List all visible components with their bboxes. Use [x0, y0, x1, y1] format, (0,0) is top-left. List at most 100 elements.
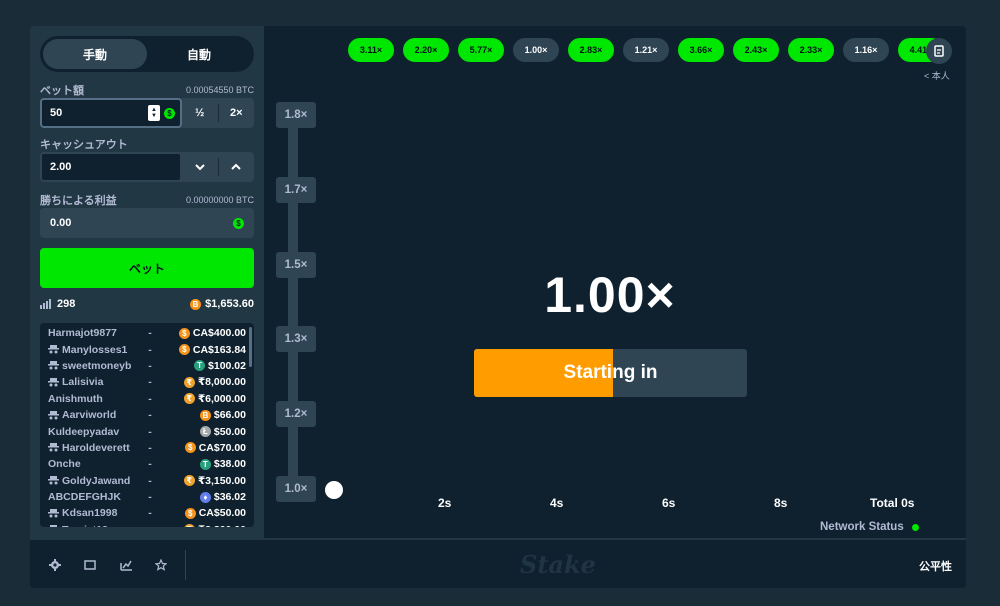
- double-button[interactable]: 2×: [219, 98, 255, 128]
- cashout-group: 2.00: [40, 152, 254, 182]
- currency-coin-icon: ♦: [199, 491, 211, 503]
- currency-coin-icon: $: [178, 344, 190, 356]
- player-cashout: -: [148, 409, 152, 422]
- currency-coin-icon: B: [199, 409, 211, 421]
- footer-bar: Stake 公平性: [30, 538, 966, 588]
- settings-button[interactable]: [40, 540, 70, 588]
- player-bet-amount: CA$70.00: [198, 441, 246, 454]
- x-tick: 8s: [774, 496, 788, 510]
- player-bet-amount: ₹2,800.00: [198, 524, 246, 527]
- player-bet-amount: CA$50.00: [198, 507, 246, 520]
- profit-input: 0.00 $: [40, 208, 254, 238]
- player-cashout: -: [148, 491, 152, 504]
- player-row: Kdsan1998 - $ CA$50.00: [48, 505, 246, 521]
- hidden-user-icon: [48, 508, 59, 518]
- game-frame: 手動 自動 ベット額 0.00054550 BTC 50 ▲ ▼ $ ½ 2× キ…: [30, 26, 966, 588]
- tab-auto[interactable]: 自動: [147, 39, 251, 69]
- player-bet-amount: $50.00: [213, 425, 246, 438]
- y-tick: 1.0×: [276, 476, 316, 502]
- network-status: Network Status: [820, 521, 919, 533]
- player-bet-amount: ₹8,000.00: [197, 376, 246, 389]
- players-chart-icon: [40, 299, 51, 309]
- player-cashout: -: [148, 474, 152, 487]
- player-row: Onche - T $38.00: [48, 456, 246, 472]
- cashout-increase-button[interactable]: [219, 152, 255, 182]
- profit-label: 勝ちによる利益: [40, 195, 117, 207]
- y-tick: 1.2×: [276, 401, 316, 427]
- theatre-mode-button[interactable]: [75, 540, 105, 588]
- network-status-label: Network Status: [820, 521, 904, 533]
- history-pill[interactable]: 2.33×: [788, 38, 834, 62]
- player-row: Manylosses1 - $ CA$163.84: [48, 341, 246, 357]
- y-axis-bar: [288, 114, 298, 494]
- player-bet-amount: $36.02: [213, 491, 246, 504]
- history-pill[interactable]: 2.20×: [403, 38, 449, 62]
- hidden-user-icon: [48, 443, 59, 452]
- history-pill[interactable]: 3.66×: [678, 38, 724, 62]
- player-bet-amount: $100.02: [208, 359, 246, 372]
- players-scrollbar[interactable]: [249, 327, 252, 367]
- history-button[interactable]: [926, 38, 952, 64]
- dollar-coin-icon: $: [164, 108, 175, 119]
- currency-coin-icon: T: [194, 360, 206, 372]
- profit-group: 0.00 $: [40, 208, 254, 238]
- player-cashout: -: [148, 458, 152, 471]
- network-status-dot: [911, 523, 919, 531]
- cashout-decrease-button[interactable]: [182, 152, 218, 182]
- y-tick: 1.7×: [276, 177, 316, 203]
- currency-coin-icon: ₹: [183, 376, 195, 388]
- favourite-button[interactable]: [146, 540, 176, 588]
- players-list[interactable]: Harmajot9877- $ CA$400.00 Manylosses1- $ CA$1…: [40, 323, 254, 527]
- player-bet-amount: CA$163.84: [192, 343, 246, 356]
- cashout-label: キャッシュアウト: [40, 139, 128, 151]
- bet-button[interactable]: ベット: [40, 248, 254, 288]
- history-pill[interactable]: 2.43×: [733, 38, 779, 62]
- player-cashout: -: [148, 343, 152, 356]
- history-pill[interactable]: 1.00×: [513, 38, 559, 62]
- player-name: ABCDEFGHJK: [48, 491, 121, 504]
- player-cashout: -: [148, 507, 152, 520]
- player-row: Kuldeepyadav - Ł $50.00: [48, 423, 246, 439]
- player-name: Manylosses1: [62, 343, 128, 356]
- bet-amount-input[interactable]: 50 ▲ ▼ $: [40, 98, 182, 128]
- tab-manual[interactable]: 手動: [43, 39, 147, 69]
- half-button[interactable]: ½: [182, 98, 218, 128]
- player-name: sweetmoneyb: [62, 359, 132, 372]
- fairness-link[interactable]: 公平性: [919, 558, 952, 574]
- player-bet-amount: ₹6,000.00: [197, 392, 246, 405]
- history-mine-label[interactable]: < 本人: [924, 69, 950, 82]
- stats-button[interactable]: [111, 540, 141, 588]
- player-row: Tarniet13 - ₹₹2,800.00: [48, 522, 246, 527]
- bet-amount-label: ベット額: [40, 85, 84, 97]
- history-pill[interactable]: 3.11×: [348, 38, 394, 62]
- profit-btc: 0.00000000 BTC: [185, 195, 254, 205]
- player-cashout: -: [148, 392, 152, 405]
- total-wagered: $1,653.60: [205, 298, 254, 310]
- y-tick: 1.5×: [276, 252, 316, 278]
- player-cashout: -: [148, 441, 152, 454]
- clipboard-icon: [934, 45, 944, 57]
- chevron-down-icon: [195, 164, 205, 171]
- history-pill[interactable]: 1.16×: [843, 38, 889, 62]
- player-name: Onche: [48, 458, 81, 471]
- gear-icon: [49, 559, 61, 571]
- window-icon: [84, 560, 96, 570]
- history-pill[interactable]: 5.77×: [458, 38, 504, 62]
- players-count: 298: [57, 298, 76, 310]
- stepper-icon[interactable]: ▲ ▼: [148, 105, 160, 121]
- stats-chart-icon: [119, 560, 132, 571]
- player-bet-amount: $38.00: [213, 458, 246, 471]
- player-cashout: -: [148, 425, 152, 438]
- cashout-input[interactable]: 2.00: [40, 152, 182, 182]
- bet-amount-label-row: ベット額 0.00054550 BTC: [40, 82, 254, 98]
- player-name: Aarviworld: [62, 409, 117, 422]
- player-cashout: -: [148, 359, 152, 372]
- crash-history: 3.11× 2.20× 5.77× 1.00× 2.83× 1.21× 3.66× 2.43×…: [348, 38, 944, 62]
- player-cashout: -: [148, 327, 152, 340]
- history-pill[interactable]: 1.21×: [623, 38, 669, 62]
- y-tick: 1.8×: [276, 102, 316, 128]
- history-pill[interactable]: 2.83×: [568, 38, 614, 62]
- currency-coin-icon: T: [199, 458, 211, 470]
- player-name: Kdsan1998: [62, 507, 118, 520]
- hidden-user-icon: [48, 410, 59, 420]
